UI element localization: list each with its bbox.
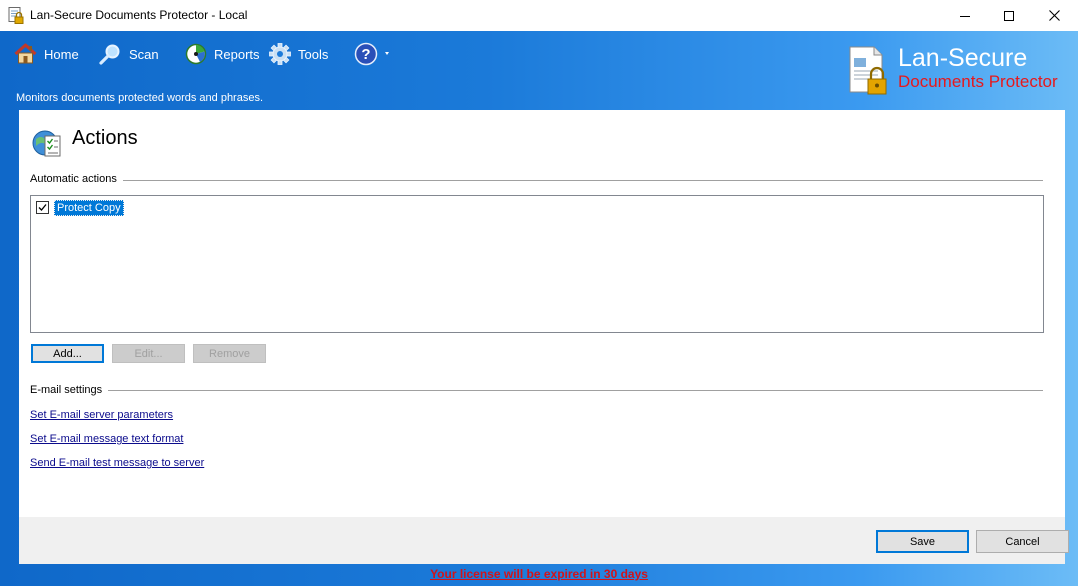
app-subtitle: Monitors documents protected words and p… (16, 92, 264, 104)
toolbar-reports-label: Reports (214, 46, 260, 62)
document-lock-icon (8, 7, 24, 24)
actions-list[interactable]: Protect Copy (30, 195, 1044, 333)
toolbar-scan[interactable]: Scan (99, 42, 159, 66)
add-button[interactable]: Add... (31, 344, 104, 363)
chevron-down-icon (385, 52, 389, 55)
home-icon (14, 43, 37, 64)
email-settings-label: E-mail settings (30, 384, 109, 396)
toolbar-home-label: Home (44, 46, 79, 62)
maximize-icon (1004, 10, 1014, 21)
toolbar-reports[interactable]: Reports (185, 42, 260, 66)
email-format-link[interactable]: Set E-mail message text format (30, 433, 183, 445)
minimize-button[interactable] (942, 0, 988, 31)
group-divider (115, 180, 1043, 181)
search-icon (99, 44, 120, 65)
main-panel: Actions Automatic actions Protect Copy A… (19, 110, 1065, 517)
title-bar: Lan-Secure Documents Protector - Local (0, 0, 1078, 32)
close-button[interactable] (1031, 0, 1077, 31)
svg-text:?: ? (361, 46, 370, 63)
help-icon: ? (354, 42, 389, 66)
list-item-label: Protect Copy (54, 199, 124, 216)
toolbar-scan-label: Scan (129, 46, 159, 62)
document-lock-icon (849, 46, 887, 95)
brand-logo: Lan-Secure Documents Protector (848, 44, 1073, 100)
cancel-button[interactable]: Cancel (976, 530, 1069, 553)
email-server-link[interactable]: Set E-mail server parameters (30, 409, 173, 421)
reports-icon (185, 43, 207, 65)
toolbar-help[interactable]: ? (354, 42, 401, 66)
gear-icon (269, 43, 291, 65)
maximize-button[interactable] (986, 0, 1032, 31)
close-icon (1048, 10, 1060, 21)
save-button[interactable]: Save (876, 530, 969, 553)
dialog-footer: Save Cancel (19, 517, 1069, 564)
license-notice[interactable]: Your license will be expired in 30 days (0, 567, 1078, 581)
toolbar-tools[interactable]: Tools (269, 42, 328, 66)
list-item[interactable]: Protect Copy (36, 199, 124, 216)
remove-button[interactable]: Remove (193, 344, 266, 363)
toolbar-home[interactable]: Home (14, 42, 79, 66)
protect-copy-checkbox[interactable] (36, 201, 49, 214)
brand-product: Documents Protector (898, 72, 1058, 91)
toolbar-tools-label: Tools (298, 46, 329, 62)
actions-icon (31, 127, 63, 162)
page-title: Actions (72, 127, 138, 149)
minimize-icon (960, 15, 970, 17)
window-title: Lan-Secure Documents Protector - Local (30, 8, 248, 22)
group-divider (105, 390, 1043, 391)
checkmark-icon (38, 204, 47, 211)
edit-button[interactable]: Edit... (112, 344, 185, 363)
brand-name: Lan-Secure (898, 44, 1028, 72)
email-test-link[interactable]: Send E-mail test message to server (30, 457, 204, 469)
automatic-actions-label: Automatic actions (30, 173, 123, 185)
